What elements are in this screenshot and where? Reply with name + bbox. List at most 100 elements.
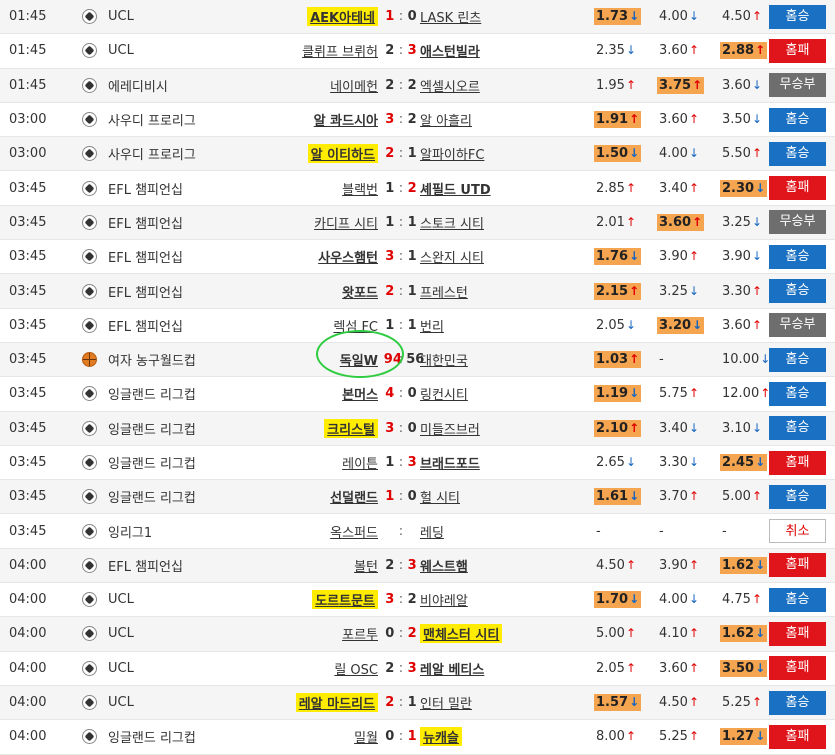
home-team-cell[interactable]: 블랙번 [342, 171, 378, 204]
result-badge[interactable]: 홈승 [769, 141, 826, 166]
away-team-cell[interactable]: 셰필드 UTD [420, 171, 491, 204]
result-badge[interactable]: 홈승 [769, 4, 826, 29]
away-team-name[interactable]: 대한민국 [420, 350, 468, 369]
away-team-name[interactable]: 알파이하FC [420, 144, 484, 163]
home-team-name[interactable]: 독일W [340, 350, 378, 369]
away-team-name[interactable]: LASK 린츠 [420, 7, 481, 26]
result-badge[interactable]: 무승부 [769, 210, 826, 235]
home-team-name[interactable]: 크리스털 [324, 418, 378, 438]
away-team-name[interactable]: 레딩 [420, 522, 444, 541]
home-team-name[interactable]: 렉섬 FC [333, 316, 378, 335]
home-team-cell[interactable]: 독일W [340, 343, 378, 376]
result-badge[interactable]: 홈패 [769, 724, 826, 749]
home-team-cell[interactable]: AEK아테네 [307, 0, 378, 33]
home-team-name[interactable]: 본머스 [342, 384, 378, 403]
home-team-cell[interactable]: 선덜랜드 [330, 480, 378, 513]
away-team-cell[interactable]: 대한민국 [420, 343, 468, 376]
away-team-cell[interactable]: 스토크 시티 [420, 206, 484, 239]
home-team-cell[interactable]: 볼턴 [354, 549, 378, 582]
away-team-name[interactable]: 스토크 시티 [420, 213, 484, 232]
home-team-name[interactable]: 네이메헌 [330, 76, 378, 95]
home-team-name[interactable]: 도르트문트 [312, 590, 378, 610]
home-team-name[interactable]: 왓포드 [342, 282, 378, 301]
home-team-cell[interactable]: 카디프 시티 [314, 206, 378, 239]
home-team-name[interactable]: 레이튼 [342, 453, 378, 472]
home-team-cell[interactable]: 왓포드 [342, 274, 378, 307]
home-team-name[interactable]: 알 이티하드 [307, 144, 378, 164]
home-team-name[interactable]: 카디프 시티 [314, 213, 378, 232]
home-team-cell[interactable]: 알 이티하드 [307, 137, 378, 170]
home-team-name[interactable]: 사우스햄턴 [318, 247, 378, 266]
home-team-name[interactable]: 레알 마드리드 [295, 693, 378, 713]
result-badge[interactable]: 홈승 [769, 347, 826, 372]
home-team-cell[interactable]: 릴 OSC [334, 652, 378, 685]
home-team-name[interactable]: 선덜랜드 [330, 487, 378, 506]
away-team-cell[interactable]: 레딩 [420, 514, 444, 547]
home-team-cell[interactable]: 레알 마드리드 [295, 686, 378, 719]
away-team-name[interactable]: 비야레알 [420, 590, 468, 609]
result-badge[interactable]: 홈패 [769, 450, 826, 475]
away-team-name[interactable]: 헐 시티 [420, 487, 460, 506]
away-team-cell[interactable]: 미들즈브러 [420, 412, 480, 445]
home-team-cell[interactable]: 클뤼프 브뤼허 [302, 34, 378, 67]
home-team-cell[interactable]: 레이튼 [342, 446, 378, 479]
home-team-cell[interactable]: 네이메헌 [330, 69, 378, 102]
away-team-name[interactable]: 셰필드 UTD [420, 179, 491, 198]
away-team-name[interactable]: 프레스턴 [420, 282, 468, 301]
home-team-cell[interactable]: 옥스퍼드 [330, 514, 378, 547]
away-team-cell[interactable]: 프레스턴 [420, 274, 468, 307]
away-team-cell[interactable]: 인터 밀란 [420, 686, 472, 719]
home-team-cell[interactable]: 포르투 [342, 617, 378, 650]
away-team-cell[interactable]: 브래드포드 [420, 446, 480, 479]
home-team-cell[interactable]: 사우스햄턴 [318, 240, 378, 273]
away-team-name[interactable]: 맨체스터 시티 [420, 624, 503, 644]
result-badge[interactable]: 홈패 [769, 176, 826, 201]
away-team-cell[interactable]: 엑셀시오르 [420, 69, 480, 102]
result-badge[interactable]: 홈승 [769, 244, 826, 269]
home-team-cell[interactable]: 도르트문트 [312, 583, 378, 616]
home-team-cell[interactable]: 밀월 [354, 720, 378, 753]
away-team-cell[interactable]: LASK 린츠 [420, 0, 481, 33]
result-badge[interactable]: 홈패 [769, 38, 826, 63]
home-team-name[interactable]: AEK아테네 [307, 7, 378, 27]
home-team-name[interactable]: 옥스퍼드 [330, 522, 378, 541]
home-team-cell[interactable]: 알 콰드시아 [314, 103, 378, 136]
home-team-name[interactable]: 포르투 [342, 624, 378, 643]
away-team-cell[interactable]: 알파이하FC [420, 137, 484, 170]
away-team-cell[interactable]: 링컨시티 [420, 377, 468, 410]
home-team-cell[interactable]: 크리스털 [324, 412, 378, 445]
result-badge[interactable]: 홈승 [769, 279, 826, 304]
away-team-name[interactable]: 애스턴빌라 [420, 41, 480, 60]
away-team-cell[interactable]: 알 아흘리 [420, 103, 472, 136]
away-team-name[interactable]: 웨스트햄 [420, 556, 468, 575]
result-badge[interactable]: 홈승 [769, 107, 826, 132]
away-team-cell[interactable]: 번리 [420, 309, 444, 342]
away-team-name[interactable]: 레알 베티스 [420, 659, 484, 678]
away-team-cell[interactable]: 스완지 시티 [420, 240, 484, 273]
home-team-cell[interactable]: 본머스 [342, 377, 378, 410]
result-badge[interactable]: 홈승 [769, 690, 826, 715]
away-team-cell[interactable]: 뉴캐슬 [420, 720, 462, 753]
away-team-name[interactable]: 스완지 시티 [420, 247, 484, 266]
result-badge[interactable]: 홈승 [769, 484, 826, 509]
home-team-name[interactable]: 알 콰드시아 [314, 110, 378, 129]
result-badge[interactable]: 홈패 [769, 621, 826, 646]
away-team-name[interactable]: 인터 밀란 [420, 693, 472, 712]
away-team-cell[interactable]: 애스턴빌라 [420, 34, 480, 67]
result-badge[interactable]: 무승부 [769, 313, 826, 338]
result-badge[interactable]: 무승부 [769, 73, 826, 98]
away-team-cell[interactable]: 웨스트햄 [420, 549, 468, 582]
away-team-cell[interactable]: 헐 시티 [420, 480, 460, 513]
away-team-name[interactable]: 미들즈브러 [420, 419, 480, 438]
away-team-name[interactable]: 링컨시티 [420, 384, 468, 403]
away-team-name[interactable]: 알 아흘리 [420, 110, 472, 129]
away-team-cell[interactable]: 맨체스터 시티 [420, 617, 503, 650]
result-badge[interactable]: 홈패 [769, 656, 826, 681]
away-team-name[interactable]: 번리 [420, 316, 444, 335]
home-team-name[interactable]: 릴 OSC [334, 659, 378, 678]
away-team-name[interactable]: 브래드포드 [420, 453, 480, 472]
home-team-cell[interactable]: 렉섬 FC [333, 309, 378, 342]
result-badge[interactable]: 홈승 [769, 587, 826, 612]
home-team-name[interactable]: 클뤼프 브뤼허 [302, 41, 378, 60]
home-team-name[interactable]: 볼턴 [354, 556, 378, 575]
